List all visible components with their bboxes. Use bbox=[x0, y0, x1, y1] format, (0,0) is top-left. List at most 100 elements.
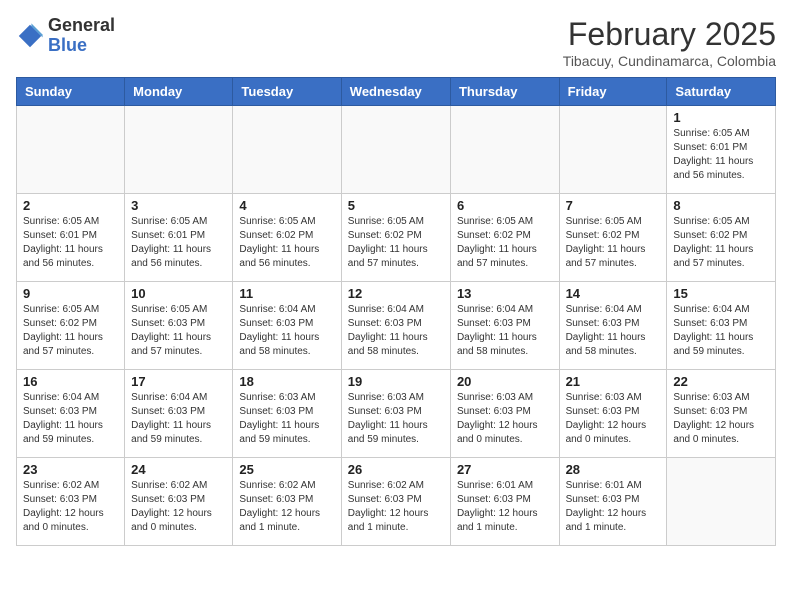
day-info: Sunrise: 6:04 AM Sunset: 6:03 PM Dayligh… bbox=[23, 391, 118, 447]
day-info: Sunrise: 6:05 AM Sunset: 6:02 PM Dayligh… bbox=[348, 215, 444, 271]
calendar-cell: 27 Sunrise: 6:01 AM Sunset: 6:03 PM Dayli… bbox=[450, 458, 559, 546]
day-info: Sunrise: 6:05 AM Sunset: 6:01 PM Dayligh… bbox=[131, 215, 226, 271]
title-area: February 2025 Tibacuy, Cundinamarca, Col… bbox=[563, 16, 776, 69]
calendar-header-thursday: Thursday bbox=[450, 78, 559, 106]
day-info: Sunrise: 6:02 AM Sunset: 6:03 PM Dayligh… bbox=[348, 479, 444, 535]
day-number: 3 bbox=[131, 198, 226, 213]
logo-icon bbox=[16, 22, 44, 50]
calendar-cell: 22 Sunrise: 6:03 AM Sunset: 6:03 PM Dayli… bbox=[667, 370, 776, 458]
day-info: Sunrise: 6:03 AM Sunset: 6:03 PM Dayligh… bbox=[348, 391, 444, 447]
day-info: Sunrise: 6:04 AM Sunset: 6:03 PM Dayligh… bbox=[131, 391, 226, 447]
calendar-cell: 3 Sunrise: 6:05 AM Sunset: 6:01 PM Daylig… bbox=[125, 194, 233, 282]
calendar-cell: 20 Sunrise: 6:03 AM Sunset: 6:03 PM Dayli… bbox=[450, 370, 559, 458]
calendar-week-row-4: 23 Sunrise: 6:02 AM Sunset: 6:03 PM Dayli… bbox=[17, 458, 776, 546]
day-info: Sunrise: 6:03 AM Sunset: 6:03 PM Dayligh… bbox=[457, 391, 553, 447]
day-number: 13 bbox=[457, 286, 553, 301]
day-info: Sunrise: 6:05 AM Sunset: 6:02 PM Dayligh… bbox=[23, 303, 118, 359]
day-number: 9 bbox=[23, 286, 118, 301]
day-info: Sunrise: 6:04 AM Sunset: 6:03 PM Dayligh… bbox=[348, 303, 444, 359]
day-number: 1 bbox=[673, 110, 769, 125]
day-number: 4 bbox=[239, 198, 334, 213]
day-number: 23 bbox=[23, 462, 118, 477]
calendar-header-saturday: Saturday bbox=[667, 78, 776, 106]
day-number: 28 bbox=[566, 462, 661, 477]
calendar-cell: 7 Sunrise: 6:05 AM Sunset: 6:02 PM Daylig… bbox=[559, 194, 667, 282]
day-number: 7 bbox=[566, 198, 661, 213]
calendar-cell: 25 Sunrise: 6:02 AM Sunset: 6:03 PM Dayli… bbox=[233, 458, 341, 546]
day-info: Sunrise: 6:01 AM Sunset: 6:03 PM Dayligh… bbox=[457, 479, 553, 535]
day-number: 27 bbox=[457, 462, 553, 477]
day-info: Sunrise: 6:03 AM Sunset: 6:03 PM Dayligh… bbox=[566, 391, 661, 447]
location-title: Tibacuy, Cundinamarca, Colombia bbox=[563, 53, 776, 69]
calendar-table: SundayMondayTuesdayWednesdayThursdayFrid… bbox=[16, 77, 776, 546]
calendar-header-monday: Monday bbox=[125, 78, 233, 106]
day-info: Sunrise: 6:05 AM Sunset: 6:02 PM Dayligh… bbox=[239, 215, 334, 271]
calendar-cell: 23Sunrise: 6:02 AM Sunset: 6:03 PM Dayli… bbox=[17, 458, 125, 546]
calendar-cell: 19 Sunrise: 6:03 AM Sunset: 6:03 PM Dayli… bbox=[341, 370, 450, 458]
day-number: 14 bbox=[566, 286, 661, 301]
day-info: Sunrise: 6:02 AM Sunset: 6:03 PM Dayligh… bbox=[239, 479, 334, 535]
logo-blue-text: Blue bbox=[48, 35, 87, 55]
calendar-cell bbox=[125, 106, 233, 194]
calendar-cell: 28Sunrise: 6:01 AM Sunset: 6:03 PM Dayli… bbox=[559, 458, 667, 546]
day-number: 24 bbox=[131, 462, 226, 477]
calendar-cell: 2 Sunrise: 6:05 AM Sunset: 6:01 PM Daylig… bbox=[17, 194, 125, 282]
calendar-cell bbox=[667, 458, 776, 546]
calendar-header-tuesday: Tuesday bbox=[233, 78, 341, 106]
day-number: 10 bbox=[131, 286, 226, 301]
calendar-cell: 18 Sunrise: 6:03 AM Sunset: 6:03 PM Dayli… bbox=[233, 370, 341, 458]
calendar-cell bbox=[17, 106, 125, 194]
day-number: 22 bbox=[673, 374, 769, 389]
month-title: February 2025 bbox=[563, 16, 776, 53]
calendar-week-row-2: 9 Sunrise: 6:05 AM Sunset: 6:02 PM Daylig… bbox=[17, 282, 776, 370]
day-info: Sunrise: 6:03 AM Sunset: 6:03 PM Dayligh… bbox=[239, 391, 334, 447]
day-info: Sunrise: 6:05 AM Sunset: 6:02 PM Dayligh… bbox=[457, 215, 553, 271]
calendar-cell bbox=[341, 106, 450, 194]
calendar-cell: 8Sunrise: 6:05 AM Sunset: 6:02 PM Daylig… bbox=[667, 194, 776, 282]
day-info: Sunrise: 6:05 AM Sunset: 6:02 PM Dayligh… bbox=[566, 215, 661, 271]
day-number: 15 bbox=[673, 286, 769, 301]
calendar-header-sunday: Sunday bbox=[17, 78, 125, 106]
calendar-cell: 17Sunrise: 6:04 AM Sunset: 6:03 PM Dayli… bbox=[125, 370, 233, 458]
calendar-cell: 21Sunrise: 6:03 AM Sunset: 6:03 PM Dayli… bbox=[559, 370, 667, 458]
day-number: 25 bbox=[239, 462, 334, 477]
logo: General Blue bbox=[16, 16, 115, 56]
calendar-cell: 16 Sunrise: 6:04 AM Sunset: 6:03 PM Dayli… bbox=[17, 370, 125, 458]
day-info: Sunrise: 6:05 AM Sunset: 6:02 PM Dayligh… bbox=[673, 215, 769, 271]
day-number: 5 bbox=[348, 198, 444, 213]
day-number: 18 bbox=[239, 374, 334, 389]
calendar-week-row-1: 2 Sunrise: 6:05 AM Sunset: 6:01 PM Daylig… bbox=[17, 194, 776, 282]
calendar-cell: 12 Sunrise: 6:04 AM Sunset: 6:03 PM Dayli… bbox=[341, 282, 450, 370]
day-info: Sunrise: 6:05 AM Sunset: 6:01 PM Dayligh… bbox=[673, 127, 769, 183]
calendar-cell: 1 Sunrise: 6:05 AM Sunset: 6:01 PM Daylig… bbox=[667, 106, 776, 194]
calendar-cell: 14Sunrise: 6:04 AM Sunset: 6:03 PM Dayli… bbox=[559, 282, 667, 370]
calendar-week-row-0: 1 Sunrise: 6:05 AM Sunset: 6:01 PM Daylig… bbox=[17, 106, 776, 194]
calendar-header-row: SundayMondayTuesdayWednesdayThursdayFrid… bbox=[17, 78, 776, 106]
day-number: 6 bbox=[457, 198, 553, 213]
day-info: Sunrise: 6:05 AM Sunset: 6:01 PM Dayligh… bbox=[23, 215, 118, 271]
calendar-cell bbox=[233, 106, 341, 194]
calendar-cell bbox=[450, 106, 559, 194]
calendar-cell: 26Sunrise: 6:02 AM Sunset: 6:03 PM Dayli… bbox=[341, 458, 450, 546]
calendar-header-wednesday: Wednesday bbox=[341, 78, 450, 106]
calendar-header-friday: Friday bbox=[559, 78, 667, 106]
calendar-cell: 10 Sunrise: 6:05 AM Sunset: 6:03 PM Dayli… bbox=[125, 282, 233, 370]
logo-general-text: General bbox=[48, 15, 115, 35]
page-header: General Blue February 2025 Tibacuy, Cund… bbox=[16, 16, 776, 69]
calendar-week-row-3: 16 Sunrise: 6:04 AM Sunset: 6:03 PM Dayli… bbox=[17, 370, 776, 458]
day-number: 12 bbox=[348, 286, 444, 301]
day-info: Sunrise: 6:03 AM Sunset: 6:03 PM Dayligh… bbox=[673, 391, 769, 447]
calendar-cell bbox=[559, 106, 667, 194]
day-info: Sunrise: 6:02 AM Sunset: 6:03 PM Dayligh… bbox=[131, 479, 226, 535]
day-number: 20 bbox=[457, 374, 553, 389]
calendar-cell: 6 Sunrise: 6:05 AM Sunset: 6:02 PM Daylig… bbox=[450, 194, 559, 282]
day-number: 16 bbox=[23, 374, 118, 389]
calendar-cell: 4 Sunrise: 6:05 AM Sunset: 6:02 PM Daylig… bbox=[233, 194, 341, 282]
calendar-cell: 5 Sunrise: 6:05 AM Sunset: 6:02 PM Daylig… bbox=[341, 194, 450, 282]
calendar-cell: 15Sunrise: 6:04 AM Sunset: 6:03 PM Dayli… bbox=[667, 282, 776, 370]
day-info: Sunrise: 6:05 AM Sunset: 6:03 PM Dayligh… bbox=[131, 303, 226, 359]
day-number: 11 bbox=[239, 286, 334, 301]
day-number: 19 bbox=[348, 374, 444, 389]
day-number: 2 bbox=[23, 198, 118, 213]
day-info: Sunrise: 6:04 AM Sunset: 6:03 PM Dayligh… bbox=[239, 303, 334, 359]
